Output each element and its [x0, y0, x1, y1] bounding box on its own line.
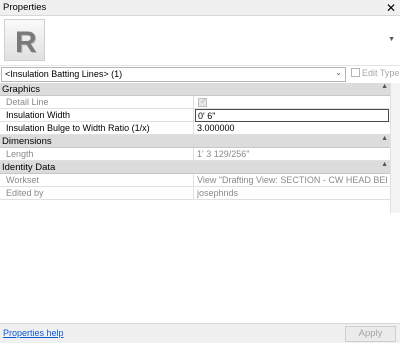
column-divider — [193, 109, 194, 122]
edit-type-label: Edit Type — [362, 68, 400, 78]
type-selector-row: <Insulation Batting Lines> (1) ⌄ Edit Ty… — [0, 66, 400, 83]
group-name: Graphics — [2, 84, 41, 95]
param-row-length: Length 1' 3 129/256" — [0, 148, 390, 161]
param-name: Insulation Width — [6, 110, 71, 120]
preview-dropdown-icon[interactable]: ▼ — [388, 36, 395, 43]
type-preview-area: R R ▼ — [0, 16, 400, 66]
param-name: Workset — [6, 175, 39, 185]
insulation-width-input[interactable]: 0' 6" — [195, 109, 389, 122]
vertical-scrollbar[interactable] — [390, 83, 400, 213]
window-title: Properties — [3, 2, 47, 13]
param-row-insulation-width: Insulation Width 0' 6" — [0, 109, 390, 122]
collapse-icon[interactable]: ▲ — [381, 83, 388, 90]
edit-type-button[interactable]: Edit Type — [351, 68, 399, 78]
workset-value: View "Drafting View: SECTION - CW HEAD B… — [197, 175, 387, 185]
collapse-icon[interactable]: ▲ — [381, 161, 388, 168]
chevron-down-icon[interactable]: ⌄ — [335, 68, 342, 77]
svg-text:R: R — [15, 26, 37, 59]
revit-logo-icon: R R — [4, 19, 45, 61]
param-row-workset: Workset View "Drafting View: SECTION - C… — [0, 174, 390, 187]
properties-grid: Graphics ▲ Detail Line Insulation Width … — [0, 83, 390, 213]
param-row-detail-line: Detail Line — [0, 96, 390, 109]
column-divider — [193, 122, 194, 135]
group-header-dimensions[interactable]: Dimensions ▲ — [0, 135, 390, 148]
param-name: Edited by — [6, 188, 44, 198]
edit-type-icon — [351, 68, 360, 77]
group-header-graphics[interactable]: Graphics ▲ — [0, 83, 390, 96]
length-value: 1' 3 129/256" — [197, 149, 250, 159]
type-selector-value: <Insulation Batting Lines> (1) — [5, 69, 123, 79]
properties-help-link[interactable]: Properties help — [3, 328, 64, 338]
param-row-bulge-ratio: Insulation Bulge to Width Ratio (1/x) 3.… — [0, 122, 390, 135]
edited-by-value: josephnds — [197, 188, 239, 198]
type-selector-dropdown[interactable]: <Insulation Batting Lines> (1) ⌄ — [1, 67, 346, 82]
close-icon[interactable]: ✕ — [386, 0, 396, 16]
properties-titlebar: Properties ✕ — [0, 0, 400, 16]
column-divider — [193, 148, 194, 161]
group-header-identity-data[interactable]: Identity Data ▲ — [0, 161, 390, 174]
group-name: Identity Data — [2, 162, 56, 173]
column-divider — [193, 174, 194, 187]
param-name: Insulation Bulge to Width Ratio (1/x) — [6, 123, 150, 133]
column-divider — [193, 187, 194, 200]
param-row-edited-by: Edited by josephnds — [0, 187, 390, 200]
apply-button[interactable]: Apply — [345, 326, 396, 342]
group-name: Dimensions — [2, 136, 52, 147]
column-divider — [193, 96, 194, 109]
param-value: 0' 6" — [198, 111, 216, 121]
param-name: Length — [6, 149, 34, 159]
detail-line-checkbox — [198, 97, 207, 107]
collapse-icon[interactable]: ▲ — [381, 135, 388, 142]
properties-footer: Properties help Apply — [0, 323, 400, 343]
param-name: Detail Line — [6, 97, 49, 107]
bulge-ratio-value[interactable]: 3.000000 — [197, 123, 387, 133]
